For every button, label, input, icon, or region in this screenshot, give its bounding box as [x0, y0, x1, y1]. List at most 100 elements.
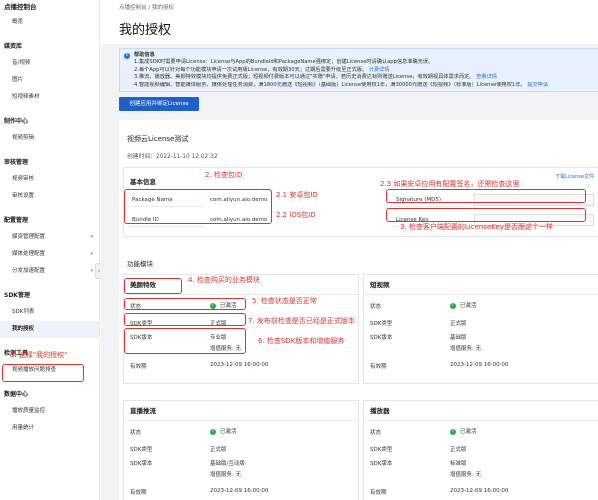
highlight-status: [124, 298, 246, 310]
create-app-button[interactable]: 创建应用并绑定License: [119, 97, 199, 111]
card-player-title: 播放器: [364, 401, 598, 421]
page-title: 我的授权: [119, 23, 172, 38]
live-push-type: 正式版: [210, 447, 227, 453]
sidebar-item-label: 播放质量监控: [12, 408, 46, 414]
chevron-down-icon: ▾: [90, 251, 93, 257]
annotation-2: 2. 检查包ID: [205, 171, 243, 179]
chevron-down-icon: ▾: [90, 268, 93, 274]
short-video-version-label: SDK版本: [370, 335, 393, 341]
license-title: 视频云License测试: [127, 135, 189, 143]
annotation-6: 6. 检查SDK版本和增值服务: [258, 337, 345, 345]
notice-line-4-text: 4.智能视频编辑、智能媒体服务，媒体处理任务消费，满1800元赠送《短视频》（基…: [134, 81, 526, 88]
live-push-type-label: SDK类型: [130, 447, 153, 453]
page-header: 点播控制台 / 我的授权 我的授权: [101, 0, 598, 44]
sidebar-group: 数据中心: [4, 391, 29, 398]
highlight-sdk-version: [124, 328, 246, 354]
annotation-1: 1. 选择"我的授权": [10, 351, 68, 359]
annotation-4: 4. 检查购买的业务模块: [188, 276, 260, 284]
player-status-label: 状态: [370, 430, 382, 436]
sidebar-group: 媒资库: [4, 43, 23, 50]
main-content: 点播控制台 / 我的授权 我的授权 i 帮助信息 1.集成SDK时需要申请Lic…: [101, 0, 598, 500]
sidebar-group: 审核管理: [4, 159, 29, 166]
function-modules-title: 功能模块: [127, 260, 153, 268]
sidebar-separator: [0, 205, 99, 213]
created-time: 创建时间：2022-11-10 12:02:32: [127, 154, 218, 160]
player-addon: 增值服务: 无: [450, 472, 482, 478]
sidebar-item-label: 视频审核: [12, 176, 35, 182]
sidebar-item-label: 音/视频: [12, 60, 31, 66]
card-short-video: 短视频 状态 ✓ 已激活 SDK类型 正式版 SDK版本 基础版 增值服务: 无 …: [363, 274, 598, 384]
live-push-status-label: 状态: [130, 430, 142, 436]
chevron-left-icon: ‹: [97, 267, 101, 275]
sidebar-item[interactable]: 视频审核: [0, 171, 99, 188]
live-push-expiry-label: 有效期: [130, 490, 147, 496]
annotation-5: 5. 检查状态是否正常: [252, 297, 317, 305]
notice-line-4: 4.智能视频编辑、智能媒体服务，媒体处理任务消费，满1800元赠送《短视频》（基…: [134, 82, 592, 89]
card-player: 播放器 状态 ✓ 已激活 SDK类型 正式版 SDK版本 标准版 增值服务: 无 …: [363, 400, 598, 500]
short-video-type: 正式版: [450, 321, 467, 327]
download-license-link[interactable]: 下载License文件: [555, 173, 594, 180]
billing-details-link[interactable]: 计费详情: [369, 67, 390, 73]
sidebar: 点播控制台 概览媒资库音/视频图片短视频素材制作中心视频剪辑审核管理视频审核审核…: [0, 0, 100, 500]
basic-info-title: 基本信息: [130, 178, 156, 186]
sidebar-item[interactable]: 视频剪辑: [0, 130, 99, 147]
sidebar-item[interactable]: 短视频素材: [0, 89, 99, 106]
card-live-push-title: 直播推流: [124, 401, 358, 421]
sidebar-item[interactable]: 媒资管理配置 ▾: [0, 229, 99, 246]
highlight-license-key: [386, 208, 586, 222]
sidebar-item[interactable]: SDK列表: [0, 304, 99, 321]
player-status-text: 已激活: [460, 429, 477, 435]
sidebar-separator: [0, 338, 99, 346]
sidebar-title: 点播控制台: [4, 3, 37, 11]
sidebar-item-label: 短视频素材: [12, 94, 40, 100]
sidebar-item[interactable]: 媒体处理配置 ▾: [0, 246, 99, 263]
sidebar-group: 制作中心: [4, 118, 29, 125]
sidebar-item[interactable]: 概览: [0, 14, 99, 31]
sidebar-item-label: 媒资管理配置: [12, 234, 46, 240]
sidebar-item[interactable]: 审核设置: [0, 188, 99, 205]
highlight-sdk-type: [124, 313, 246, 326]
check-circle-icon: ✓: [450, 302, 456, 309]
sidebar-group: 配置管理: [4, 217, 29, 224]
notice-line-2-text: 2.每个App可以针对每个功能模块申请一次试用版License，有效期30天；过…: [134, 66, 368, 73]
notice-line-3-text: 3.推流、播放器、美颜特效模块均提供免费正式版；短视频付费版本可以通过"实赠"申…: [134, 74, 475, 81]
submit-application-link[interactable]: 提交申请: [527, 82, 548, 88]
beauty-expiry-label: 有效期: [130, 364, 147, 370]
beauty-expiry: 2023-12-09 16:00:00: [210, 362, 269, 368]
live-push-version-label: SDK版本: [130, 461, 153, 467]
live-push-addon: 增值服务: 无: [210, 472, 242, 478]
view-details-link[interactable]: 查看详情: [476, 74, 497, 80]
annotation-2-3: 2.3 如果安卓应用有配置签名，还需检查这里: [380, 180, 520, 188]
sidebar-item[interactable]: 图片: [0, 72, 99, 89]
highlight-package-ids: [124, 189, 272, 224]
sidebar-separator: [0, 31, 99, 39]
short-video-type-label: SDK类型: [370, 321, 393, 327]
sidebar-item[interactable]: 音/视频: [0, 55, 99, 72]
card-short-video-title: 短视频: [364, 275, 598, 295]
sidebar-item-label: 图片: [12, 77, 24, 83]
breadcrumb: 点播控制台 / 我的授权: [119, 5, 174, 11]
short-video-addon: 增值服务: 无: [450, 346, 482, 352]
live-push-status-text: 已激活: [220, 429, 237, 435]
short-video-status: ✓ 已激活: [450, 301, 477, 309]
sidebar-item[interactable]: 用量统计: [0, 420, 99, 437]
sidebar-item[interactable]: 分发加速配置 ▾: [0, 263, 99, 280]
live-push-status: ✓ 已激活: [210, 427, 237, 435]
info-icon: i: [124, 53, 130, 59]
sidebar-item-label: 媒体处理配置: [12, 251, 46, 257]
sidebar-item-my-authorization[interactable]: 我的授权: [0, 321, 99, 338]
short-video-status-label: 状态: [370, 304, 382, 310]
highlight-beauty-module: [124, 278, 182, 294]
player-version: 标准版: [450, 461, 467, 467]
annotation-7: 7. 发布前检查是否已经是正式版本: [248, 317, 355, 325]
sidebar-item[interactable]: 播放质量监控: [0, 403, 99, 420]
help-notice: i 帮助信息 1.集成SDK时需要申请License：License与App的B…: [119, 48, 598, 92]
highlight-signature: [386, 189, 586, 203]
check-circle-icon: ✓: [210, 428, 216, 435]
player-version-label: SDK版本: [370, 461, 393, 467]
short-video-version: 基础版: [450, 335, 467, 341]
sidebar-item-label: 分发加速配置: [12, 268, 46, 274]
short-video-status-text: 已激活: [460, 303, 477, 309]
annotation-2-1: 2.1 安卓包ID: [276, 191, 318, 199]
chevron-down-icon: ▾: [90, 234, 93, 240]
